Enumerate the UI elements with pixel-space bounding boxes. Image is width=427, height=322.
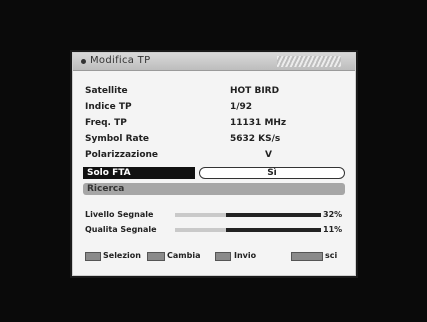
signal-quality-bar-light bbox=[175, 228, 226, 232]
signal-level-bar-light bbox=[175, 213, 226, 217]
signal-level-bar bbox=[175, 213, 321, 217]
signal-level-row: Livello Segnale 32% bbox=[85, 210, 347, 221]
signal-quality-bar-fill bbox=[226, 228, 321, 232]
signal-quality-row: Qualita Segnale 11% bbox=[85, 225, 347, 236]
signal-quality-value: 11% bbox=[323, 225, 343, 234]
send-hint: Invio bbox=[234, 251, 257, 260]
fta-only-label: Solo FTA bbox=[83, 167, 195, 179]
field-tp-frequency[interactable]: Freq. TP 11131 MHz bbox=[85, 117, 343, 130]
field-value: HOT BIRD bbox=[230, 86, 280, 96]
signal-level-label: Livello Segnale bbox=[85, 210, 154, 219]
signal-level-value: 32% bbox=[323, 210, 343, 219]
field-label: Polarizzazione bbox=[85, 150, 159, 160]
field-satellite[interactable]: Satellite HOT BIRD bbox=[85, 85, 343, 98]
footer-hints: Selezion Cambia Invio sci bbox=[85, 251, 347, 263]
header-decoration bbox=[277, 56, 341, 67]
signal-quality-bar bbox=[175, 228, 321, 232]
dialog-title: Modifica TP bbox=[90, 55, 151, 66]
edit-tp-dialog: Modifica TP Satellite HOT BIRD Indice TP… bbox=[72, 52, 356, 276]
field-label: Symbol Rate bbox=[85, 134, 149, 144]
search-button[interactable]: Ricerca bbox=[83, 183, 345, 195]
change-hint: Cambia bbox=[167, 251, 201, 260]
field-value: 1/92 bbox=[230, 102, 253, 112]
field-symbol-rate[interactable]: Symbol Rate 5632 KS/s bbox=[85, 133, 343, 146]
field-value: V bbox=[265, 150, 272, 160]
field-value: 5632 KS/s bbox=[230, 134, 281, 144]
exit-hint: sci bbox=[325, 251, 338, 260]
ok-key-icon bbox=[215, 252, 231, 261]
bullet-icon bbox=[81, 59, 86, 64]
field-label: Satellite bbox=[85, 86, 128, 96]
signal-quality-label: Qualita Segnale bbox=[85, 225, 157, 234]
fta-only-option[interactable]: Solo FTA Sì bbox=[83, 167, 345, 179]
tv-screen: Modifica TP Satellite HOT BIRD Indice TP… bbox=[0, 0, 427, 322]
field-value: 11131 MHz bbox=[230, 118, 287, 128]
field-polarization[interactable]: Polarizzazione V bbox=[85, 149, 343, 162]
change-key-icon bbox=[147, 252, 165, 261]
select-key-icon bbox=[85, 252, 101, 261]
field-tp-index[interactable]: Indice TP 1/92 bbox=[85, 101, 343, 114]
fta-only-selector[interactable]: Sì bbox=[199, 167, 345, 179]
field-label: Indice TP bbox=[85, 102, 132, 112]
select-hint: Selezion bbox=[103, 251, 141, 260]
field-label: Freq. TP bbox=[85, 118, 127, 128]
dialog-header: Modifica TP bbox=[73, 53, 355, 71]
signal-level-bar-fill bbox=[226, 213, 321, 217]
exit-key-icon bbox=[291, 252, 323, 261]
